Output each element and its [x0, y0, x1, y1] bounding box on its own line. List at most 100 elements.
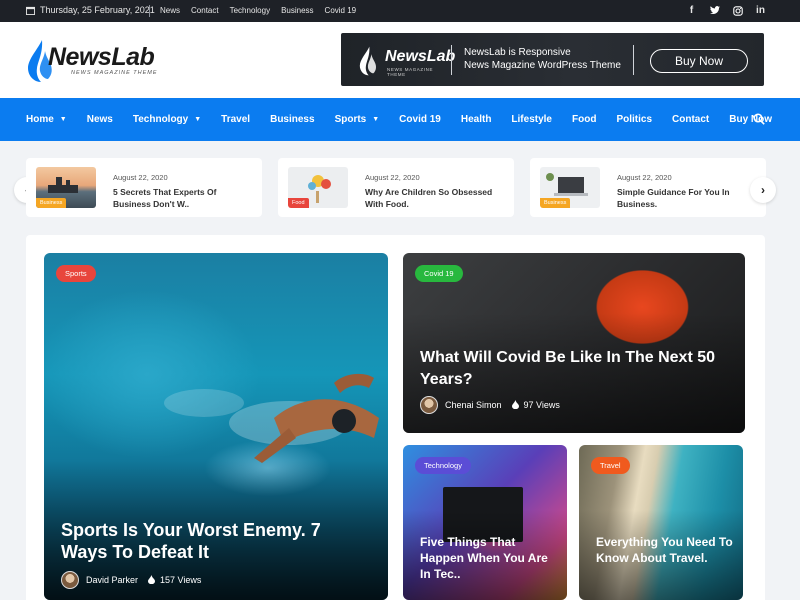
ticker-date: August 22, 2020 [113, 173, 168, 182]
ticker-next-button[interactable]: › [750, 177, 776, 203]
views-icon [148, 574, 156, 586]
logo-wordmark: NewsLab [48, 43, 155, 72]
featured-top-right-title[interactable]: What Will Covid Be Like In The Next 50 Y… [420, 347, 730, 391]
category-badge[interactable]: Sports [56, 265, 96, 282]
site-header: NewsLab NEWS MAGAZINE THEME NewsLab NEWS… [0, 22, 800, 98]
banner-divider [451, 45, 452, 75]
logo-tagline: NEWS MAGAZINE THEME [71, 70, 158, 76]
category-badge[interactable]: Business [36, 198, 67, 208]
nav-item-lifestyle[interactable]: Lifestyle [511, 98, 552, 141]
nav-item-label: Business [270, 114, 315, 125]
banner-line-1: NewsLab is Responsive [464, 47, 571, 58]
twitter-icon[interactable] [709, 5, 720, 16]
banner-logo: NewsLab NEWS MAGAZINE THEME [357, 46, 455, 77]
ticker-card[interactable]: Business August 22, 2020 5 Secrets That … [26, 158, 262, 217]
top-bar: Thursday, 25 February, 2021 News Contact… [0, 0, 800, 22]
avatar[interactable] [420, 396, 438, 414]
nav-item-food[interactable]: Food [572, 98, 596, 141]
banner-line-2: News Magazine WordPress Theme [464, 59, 621, 71]
category-badge[interactable]: Covid 19 [415, 265, 463, 282]
ticker-date: August 22, 2020 [617, 173, 672, 182]
nav-item-technology[interactable]: Technology ▼ [133, 98, 201, 141]
topbar-link-technology[interactable]: Technology [230, 6, 270, 15]
chevron-down-icon: ▼ [59, 116, 67, 123]
nav-item-news[interactable]: News [87, 98, 113, 141]
post-meta: David Parker 157 Views [61, 571, 201, 589]
featured-card-top-right[interactable]: Covid 19 What Will Covid Be Like In The … [403, 253, 745, 433]
nav-item-label: Contact [672, 114, 710, 125]
views-icon [511, 399, 519, 411]
nav-item-label: Sports [334, 114, 367, 125]
avatar[interactable] [61, 571, 79, 589]
banner-logo-text: NewsLab [385, 48, 456, 65]
nav-item-sports[interactable]: Sports ▼ [335, 98, 380, 141]
header-ad-banner[interactable]: NewsLab NEWS MAGAZINE THEME NewsLab is R… [341, 33, 764, 86]
nav-item-label: Home [26, 114, 54, 125]
ticker-card[interactable]: Business August 22, 2020 Simple Guidance… [530, 158, 766, 217]
search-icon[interactable] [753, 113, 765, 125]
nav-item-health[interactable]: Health [461, 98, 492, 141]
chevron-right-icon: › [761, 183, 765, 197]
banner-description: NewsLab is Responsive News Magazine Word… [464, 47, 621, 72]
ticker-date: August 22, 2020 [365, 173, 420, 182]
banner-divider-2 [633, 45, 634, 75]
ticker-title[interactable]: Simple Guidance For You In Business. [617, 186, 757, 210]
main-nav: Home ▼ News Technology ▼ Travel Business Sports… [0, 98, 800, 141]
featured-bottom-left-title[interactable]: Five Things That Happen When You Are In … [420, 534, 560, 582]
category-badge[interactable]: Business [540, 198, 571, 208]
nav-item-label: Politics [616, 114, 653, 125]
topbar-link-news[interactable]: News [160, 6, 180, 15]
nav-item-label: Lifestyle [511, 114, 552, 125]
featured-card-bottom-left[interactable]: Technology Five Things That Happen When … [403, 445, 567, 600]
logo-lab-text: Lab [111, 43, 155, 71]
featured-section: Sports Sports Is Your Worst Enemy. 7 Way… [26, 235, 765, 600]
nav-item-business[interactable]: Business [270, 98, 314, 141]
author-name[interactable]: Chenai Simon [445, 400, 502, 410]
author-name[interactable]: David Parker [86, 575, 138, 585]
category-badge[interactable]: Travel [591, 457, 630, 474]
banner-buy-now-button[interactable]: Buy Now [650, 49, 748, 73]
ticker-slider: ‹ Business August 22, 2020 5 Secrets Tha… [0, 141, 800, 235]
ticker-thumbnail: Business [36, 167, 96, 208]
nav-item-label: Technology [132, 114, 189, 125]
ticker-card[interactable]: Food August 22, 2020 Why Are Children So… [278, 158, 514, 217]
nav-items: Home ▼ News Technology ▼ Travel Business Sports… [26, 98, 792, 141]
nav-item-label: Buy Now [729, 114, 773, 125]
topbar-link-business[interactable]: Business [281, 6, 313, 15]
featured-main-title[interactable]: Sports Is Your Worst Enemy. 7 Ways To De… [61, 519, 371, 563]
nav-item-buy-now[interactable]: Buy Now [729, 98, 772, 141]
ticker-title[interactable]: Why Are Children So Obsessed With Food. [365, 186, 505, 210]
date-text: Thursday, 25 February, 2021 [40, 5, 155, 15]
category-badge[interactable]: Food [288, 198, 309, 208]
logo-news-text: News [48, 43, 112, 71]
linkedin-icon[interactable]: in [755, 5, 766, 16]
instagram-icon[interactable] [732, 5, 743, 16]
nav-item-politics[interactable]: Politics [616, 98, 652, 141]
topbar-links: News Contact Technology Business Covid 1… [160, 6, 356, 15]
banner-logo-tagline: NEWS MAGAZINE THEME [387, 67, 434, 77]
views-count: 157 Views [160, 575, 202, 585]
featured-card-main[interactable]: Sports Sports Is Your Worst Enemy. 7 Way… [44, 253, 388, 600]
nav-item-home[interactable]: Home ▼ [26, 98, 67, 141]
topbar-link-contact[interactable]: Contact [191, 6, 219, 15]
nav-item-label: Travel [221, 114, 251, 125]
ticker-thumbnail: Business [540, 167, 600, 208]
ticker-title[interactable]: 5 Secrets That Experts Of Business Don't… [113, 186, 253, 210]
nav-item-label: News [86, 114, 113, 125]
chevron-down-icon: ▼ [372, 116, 380, 123]
nav-item-covid-19[interactable]: Covid 19 [399, 98, 441, 141]
featured-bottom-right-title[interactable]: Everything You Need To Know About Travel… [596, 534, 736, 566]
featured-card-bottom-right[interactable]: Travel Everything You Need To Know About… [579, 445, 743, 600]
banner-drop-icon [359, 46, 377, 76]
category-badge[interactable]: Technology [415, 457, 471, 474]
calendar-icon [26, 6, 35, 15]
nav-item-label: Food [572, 114, 597, 125]
site-logo[interactable]: NewsLab NEWS MAGAZINE THEME [26, 39, 161, 85]
nav-item-contact[interactable]: Contact [672, 98, 709, 141]
topbar-link-covid[interactable]: Covid 19 [325, 6, 357, 15]
date-display: Thursday, 25 February, 2021 [26, 5, 155, 15]
facebook-icon[interactable]: f [686, 5, 697, 16]
post-meta: Chenai Simon 97 Views [420, 396, 560, 414]
nav-item-travel[interactable]: Travel [221, 98, 250, 141]
ticker-thumbnail: Food [288, 167, 348, 208]
